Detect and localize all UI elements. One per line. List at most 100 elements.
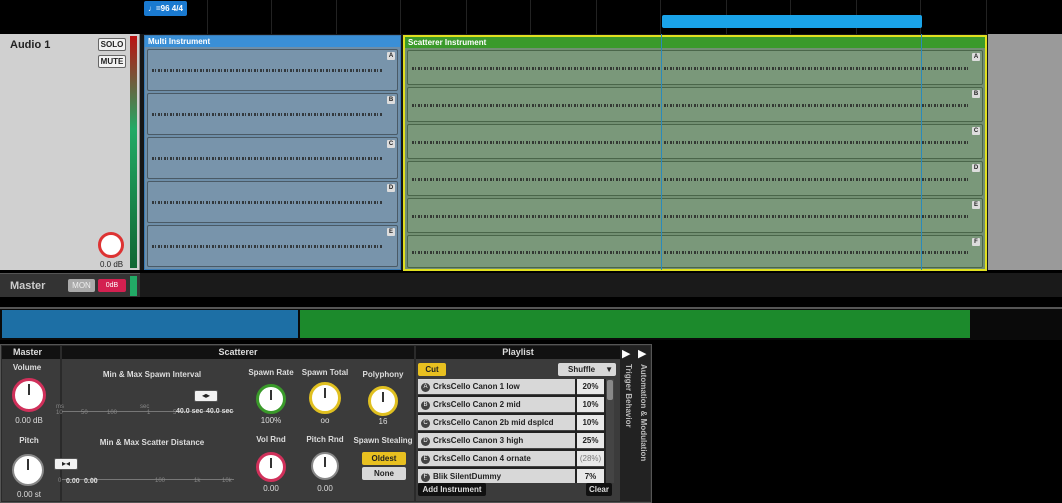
instrument-lane-c[interactable]: C — [407, 124, 983, 159]
vol-rnd-label: Vol Rnd — [256, 435, 286, 444]
tempo-marker[interactable]: ♩=96 4/4 — [144, 1, 187, 16]
volume-knob[interactable] — [12, 378, 46, 412]
playlist-item-name[interactable]: CrksCello Canon 4 ornate — [418, 451, 575, 467]
track-volume-value: 0.0 dB — [100, 260, 124, 269]
pitch-rnd-label: Pitch Rnd — [306, 435, 344, 444]
spawn-rate-value: 100% — [260, 416, 282, 425]
playlist-list[interactable]: CrksCello Canon 1 low A 20% CrksCello Ca… — [418, 379, 614, 483]
instrument-lane-e[interactable]: E — [147, 225, 398, 267]
tick-label: 50 — [81, 410, 88, 416]
playlist-row[interactable]: CrksCello Canon 1 low A 20% — [418, 379, 604, 395]
lane-letter: E — [387, 228, 395, 236]
solo-button[interactable]: SOLO — [98, 38, 126, 51]
trigger-behavior-tab[interactable]: Trigger Behavior — [621, 364, 633, 498]
track-header[interactable]: Audio 1 SOLO MUTE 0.0 dB — [0, 34, 140, 270]
clear-button[interactable]: Clear — [586, 483, 612, 496]
master-track-header[interactable]: Master MON 0dB — [0, 273, 140, 297]
playlist-item-percent[interactable]: 25% — [577, 433, 604, 449]
timeline-ruler[interactable] — [140, 0, 1062, 34]
lane-letter: D — [972, 164, 980, 172]
playlist-item-name[interactable]: CrksCello Canon 2 mid — [418, 397, 575, 413]
instrument-lane-e[interactable]: E — [407, 198, 983, 233]
playlist-mode-value: Shuffle — [568, 365, 596, 374]
add-instrument-button[interactable]: Add Instrument — [418, 483, 486, 496]
playlist-row[interactable]: CrksCello Canon 3 high D 25% — [418, 433, 604, 449]
playlist-item-name[interactable]: CrksCello Canon 3 high — [418, 433, 575, 449]
overview-multi-region[interactable] — [2, 310, 298, 338]
track-volume-knob[interactable] — [98, 232, 124, 258]
pitch-rnd-knob[interactable] — [311, 452, 339, 480]
scatter-distance-handle[interactable]: ▸◂ — [54, 458, 78, 470]
tick-label: 10k — [222, 478, 232, 484]
instrument-lane-d[interactable]: D — [407, 161, 983, 196]
waveform — [152, 245, 383, 248]
playlist-title: Playlist — [416, 346, 620, 359]
loop-start-line — [661, 34, 662, 270]
playlist-item-percent[interactable]: (28%) — [577, 451, 604, 467]
multi-instrument-region[interactable]: Multi Instrument A B C D E — [144, 35, 401, 270]
polyphony-value: 16 — [378, 417, 388, 426]
playlist-item-letter: A — [421, 383, 430, 392]
oldest-button[interactable]: Oldest — [362, 452, 406, 465]
overview-scatterer-region[interactable] — [300, 310, 970, 338]
playlist-item-percent[interactable]: 10% — [577, 415, 604, 431]
waveform — [412, 250, 968, 254]
monitor-button[interactable]: MON — [68, 279, 95, 292]
scatterer-instrument-region[interactable]: Scatterer Instrument A B C D E F — [403, 35, 987, 271]
lane-letter: C — [972, 127, 980, 135]
instrument-lane-b[interactable]: B — [407, 87, 983, 122]
playlist-item-name[interactable]: CrksCello Canon 2b mid dsplcd — [418, 415, 575, 431]
instrument-lane-b[interactable]: B — [147, 93, 398, 135]
master-track-name[interactable]: Master — [10, 280, 45, 292]
instrument-lane-a[interactable]: A — [407, 50, 983, 85]
polyphony-knob[interactable] — [368, 386, 398, 416]
tick-label: 10 — [56, 410, 63, 416]
loop-end-line — [921, 34, 922, 270]
waveform — [412, 103, 968, 107]
playlist-row[interactable]: CrksCello Canon 2b mid dsplcd C 10% — [418, 415, 604, 431]
playlist-row[interactable]: CrksCello Canon 4 ornate E (28%) — [418, 451, 604, 467]
track-name[interactable]: Audio 1 — [10, 39, 50, 51]
instrument-lane-f[interactable]: F — [407, 235, 983, 268]
playlist-item-percent[interactable]: 20% — [577, 379, 604, 395]
instrument-lane-c[interactable]: C — [147, 137, 398, 179]
vol-rnd-knob[interactable] — [256, 452, 286, 482]
spawn-total-knob[interactable] — [309, 382, 341, 414]
master-lane[interactable] — [140, 273, 1062, 297]
expand-arrow-icon[interactable]: ▶ — [638, 347, 646, 360]
lane-letter: D — [387, 184, 395, 192]
waveform — [412, 214, 968, 218]
instrument-lane-a[interactable]: A — [147, 49, 398, 91]
automation-modulation-tab[interactable]: Automation & Modulation — [636, 364, 648, 498]
tick-label: 0 — [58, 478, 62, 484]
playlist-row[interactable]: CrksCello Canon 2 mid B 10% — [418, 397, 604, 413]
playlist-item-name[interactable]: Blik SilentDummy — [418, 469, 575, 483]
waveform — [412, 66, 968, 70]
cut-button[interactable]: Cut — [418, 363, 446, 376]
playlist-item-letter: F — [421, 473, 430, 482]
lane-letter: A — [972, 53, 980, 61]
spawn-interval-max-value: 40.0 sec — [206, 408, 234, 415]
pitch-knob[interactable] — [12, 454, 44, 486]
playlist-item-name[interactable]: CrksCello Canon 1 low — [418, 379, 575, 395]
master-volume-button[interactable]: 0dB — [98, 279, 126, 292]
playlist-row[interactable]: Blik SilentDummy F 7% — [418, 469, 604, 483]
instrument-lane-d[interactable]: D — [147, 181, 398, 223]
playlist-scrollbar-thumb[interactable] — [607, 380, 613, 400]
pitch-value: 0.00 st — [16, 490, 41, 499]
spawn-rate-knob[interactable] — [256, 384, 286, 414]
vol-rnd-value: 0.00 — [263, 484, 279, 493]
region-body[interactable]: A B C D E — [145, 47, 400, 269]
master-level-meter — [130, 276, 137, 296]
loop-region-bar[interactable] — [662, 15, 922, 28]
none-button[interactable]: None — [362, 467, 406, 480]
spawn-interval-handle[interactable]: ◂▸ — [194, 390, 218, 402]
playlist-mode-dropdown[interactable]: Shuffle ▼ — [558, 363, 616, 376]
mute-button[interactable]: MUTE — [98, 55, 126, 68]
spawn-interval-min-value: 40.0 sec — [176, 408, 204, 415]
play-arrow-icon[interactable]: ▶ — [622, 347, 630, 360]
region-body[interactable]: A B C D E F — [405, 48, 985, 269]
playlist-item-percent[interactable]: 7% — [577, 469, 604, 483]
playlist-item-percent[interactable]: 10% — [577, 397, 604, 413]
scatter-distance-max-value: 0.00 — [84, 478, 98, 485]
